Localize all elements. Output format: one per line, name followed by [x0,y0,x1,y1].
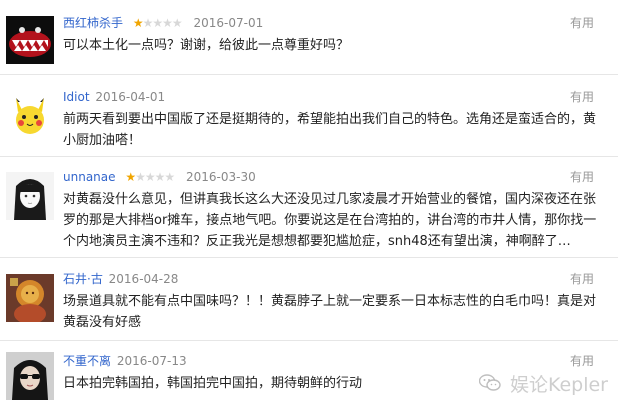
useful-button[interactable]: 有用 [570,352,594,370]
username-link[interactable]: 石井·古 [63,272,103,286]
comment-date: 2016-04-28 [108,272,179,286]
comment-date: 2016-07-01 [193,16,264,30]
useful-button[interactable]: 有用 [570,270,594,288]
red-monster-avatar-icon [6,16,54,64]
avatar[interactable] [6,92,54,140]
username-link[interactable]: 西红柿杀手 [63,16,123,30]
comment-item: 西红柿杀手 ★★★★★ 2016-07-01 有用 可以本土化一点吗？谢谢，给彼… [0,14,618,78]
comment-text: 对黄磊没什么意见，但讲真我长这么大还没见过几家凌晨才开始营业的餐馆，国内深夜还在… [63,192,597,249]
comment-meta: unnanae ★★★★★ 2016-03-30 [63,168,256,186]
comment-meta: Idiot 2016-04-01 [63,88,165,106]
divider [0,340,618,341]
comment-meta: 石井·古 2016-04-28 [63,270,178,288]
sunglasses-woman-avatar-icon [6,352,54,400]
avatar[interactable] [6,172,54,220]
avatar[interactable] [6,274,54,322]
comment-text: 场景道具就不能有点中国味吗？！！黄磊脖子上就一定要系一日本标志性的白毛巾吗！真是… [63,294,597,330]
comment-item: 石井·古 2016-04-28 有用 场景道具就不能有点中国味吗？！！黄磊脖子上… [0,270,618,336]
comment-text: 前两天看到要出中国版了还是挺期待的，希望能拍出我们自己的特色。选角还是蛮适合的，… [63,112,597,148]
comment-text: 可以本土化一点吗？谢谢，给彼此一点尊重好吗？ [63,38,350,53]
comment-item: unnanae ★★★★★ 2016-03-30 有用 对黄磊没什么意见，但讲真… [0,168,618,252]
username-link[interactable]: 不重不离 [63,354,111,368]
username-link[interactable]: unnanae [63,170,116,184]
username-link[interactable]: Idiot [63,90,90,104]
comment-date: 2016-07-13 [116,354,187,368]
sketch-girl-avatar-icon [6,172,54,220]
watermark-text: 娱论Kepler [509,374,608,396]
golden-statue-avatar-icon [6,274,54,322]
avatar[interactable] [6,16,54,64]
divider [0,156,618,157]
star-rating: ★★★★★ [125,170,175,184]
useful-button[interactable]: 有用 [570,88,594,106]
comment-meta: 西红柿杀手 ★★★★★ 2016-07-01 [63,14,263,32]
useful-button[interactable]: 有用 [570,168,594,186]
star-rating: ★★★★★ [132,16,183,30]
comment-item: Idiot 2016-04-01 有用 前两天看到要出中国版了还是挺期待的，希望… [0,88,618,160]
divider [0,257,618,258]
avatar[interactable] [6,352,54,400]
comment-date: 2016-03-30 [185,170,256,184]
watermark: 娱论Kepler [478,370,608,397]
wechat-icon [478,374,501,397]
divider [0,74,618,75]
yellow-pikachu-avatar-icon [6,92,54,140]
comment-meta: 不重不离 2016-07-13 [63,352,187,370]
useful-button[interactable]: 有用 [570,14,594,32]
comment-date: 2016-04-01 [95,90,166,104]
